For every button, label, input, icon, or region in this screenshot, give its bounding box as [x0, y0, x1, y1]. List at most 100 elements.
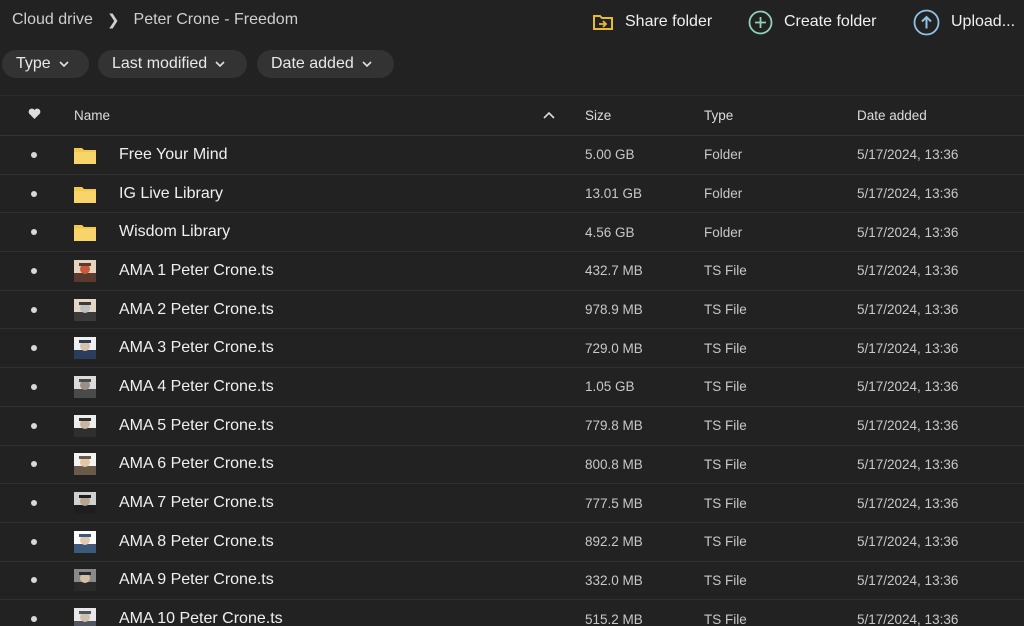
dot-icon [31, 500, 37, 507]
filter-type-label: Type [16, 55, 51, 72]
file-type: TS File [704, 534, 747, 550]
filter-type[interactable]: Type [2, 50, 89, 78]
video-thumbnail [74, 523, 98, 561]
video-thumbnail [74, 562, 98, 600]
table-row[interactable]: AMA 7 Peter Crone.ts 777.5 MB TS File 5/17/… [0, 484, 1024, 523]
favourite-toggle[interactable] [24, 446, 44, 484]
upload-button[interactable]: Upload... [913, 7, 1015, 37]
favourite-toggle[interactable] [24, 175, 44, 213]
video-thumbnail [74, 329, 98, 367]
file-name[interactable]: AMA 7 Peter Crone.ts [119, 484, 274, 522]
file-name[interactable]: Free Your Mind [119, 136, 228, 174]
table-row[interactable]: Free Your Mind 5.00 GB Folder 5/17/2024, 13… [0, 136, 1024, 175]
favourite-toggle[interactable] [24, 523, 44, 561]
upload-label: Upload... [951, 13, 1016, 30]
file-name[interactable]: AMA 10 Peter Crone.ts [119, 600, 283, 626]
folder-icon [74, 213, 98, 251]
type-column-header[interactable]: Type [704, 96, 733, 135]
favourite-toggle[interactable] [24, 484, 44, 522]
table-row[interactable]: AMA 6 Peter Crone.ts 800.8 MB TS File 5/17/… [0, 446, 1024, 485]
file-size: 779.8 MB [585, 418, 643, 434]
date-added: 5/17/2024, 13:36 [857, 495, 959, 511]
date-added: 5/17/2024, 13:36 [857, 418, 959, 434]
file-name[interactable]: AMA 2 Peter Crone.ts [119, 291, 274, 329]
file-name[interactable]: IG Live Library [119, 175, 223, 213]
file-name[interactable]: AMA 8 Peter Crone.ts [119, 523, 274, 561]
file-size: 1.05 GB [585, 379, 635, 395]
video-thumbnail [74, 291, 98, 329]
favourite-toggle[interactable] [24, 252, 44, 290]
table-row[interactable]: IG Live Library 13.01 GB Folder 5/17/2024, … [0, 175, 1024, 214]
favourite-toggle[interactable] [24, 407, 44, 445]
favourite-toggle[interactable] [24, 136, 44, 174]
file-name[interactable]: Wisdom Library [119, 213, 230, 251]
file-name[interactable]: AMA 4 Peter Crone.ts [119, 368, 274, 406]
file-name[interactable]: AMA 5 Peter Crone.ts [119, 407, 274, 445]
file-type: TS File [704, 418, 747, 434]
date-added: 5/17/2024, 13:36 [857, 611, 959, 626]
file-size: 515.2 MB [585, 611, 643, 626]
file-size: 13.01 GB [585, 186, 643, 202]
favourite-toggle[interactable] [24, 213, 44, 251]
table-row[interactable]: AMA 5 Peter Crone.ts 779.8 MB TS File 5/17/… [0, 407, 1024, 446]
file-type: Folder [704, 147, 743, 163]
share-folder-button[interactable]: Share folder [592, 7, 712, 37]
upload-icon [913, 9, 940, 36]
table-row[interactable]: AMA 8 Peter Crone.ts 892.2 MB TS File 5/17/… [0, 523, 1024, 562]
file-name[interactable]: AMA 3 Peter Crone.ts [119, 329, 274, 367]
video-thumbnail [74, 407, 98, 445]
file-name[interactable]: AMA 1 Peter Crone.ts [119, 252, 274, 290]
video-thumbnail [74, 368, 98, 406]
date-added: 5/17/2024, 13:36 [857, 534, 959, 550]
create-folder-button[interactable]: Create folder [748, 7, 877, 37]
favourite-toggle[interactable] [24, 329, 44, 367]
filter-date-added-label: Date added [271, 55, 354, 72]
breadcrumb: Cloud drive ❯ Peter Crone - Freedom [12, 11, 298, 29]
chevron-down-icon [59, 61, 69, 67]
sort-ascending-icon[interactable] [543, 96, 555, 135]
date-added: 5/17/2024, 13:36 [857, 340, 959, 356]
file-size: 800.8 MB [585, 456, 643, 472]
dot-icon [31, 190, 37, 197]
filter-last-modified-label: Last modified [112, 55, 208, 72]
file-table: Name Size Type Date added Free Your Mind… [0, 95, 1024, 626]
favourite-toggle[interactable] [24, 291, 44, 329]
file-type: TS File [704, 302, 747, 318]
table-row[interactable]: Wisdom Library 4.56 GB Folder 5/17/2024, 13… [0, 213, 1024, 253]
filter-date-added[interactable]: Date added [257, 50, 394, 78]
favourite-column-header[interactable] [24, 96, 44, 135]
file-size: 4.56 GB [585, 224, 635, 240]
date-added: 5/17/2024, 13:36 [857, 456, 959, 472]
file-type: TS File [704, 572, 747, 588]
date-added-column-header[interactable]: Date added [857, 96, 927, 135]
file-size: 5.00 GB [585, 147, 635, 163]
video-thumbnail [74, 252, 98, 290]
dot-icon [31, 229, 37, 236]
file-type: TS File [704, 340, 747, 356]
filter-last-modified[interactable]: Last modified [98, 50, 247, 78]
file-name[interactable]: AMA 9 Peter Crone.ts [119, 562, 274, 600]
breadcrumb-root[interactable]: Cloud drive [12, 11, 93, 29]
table-row[interactable]: AMA 9 Peter Crone.ts 332.0 MB TS File 5/17/… [0, 562, 1024, 601]
file-type: Folder [704, 186, 743, 202]
dot-icon [31, 461, 37, 468]
table-row[interactable]: AMA 1 Peter Crone.ts 432.7 MB TS File 5/17/… [0, 252, 1024, 291]
top-bar: Cloud drive ❯ Peter Crone - Freedom Shar… [0, 0, 1024, 44]
chevron-right-icon: ❯ [106, 12, 120, 29]
file-type: TS File [704, 611, 747, 626]
name-column-header[interactable]: Name [74, 96, 110, 135]
dot-icon [31, 577, 37, 584]
file-type: TS File [704, 495, 747, 511]
table-row[interactable]: AMA 4 Peter Crone.ts 1.05 GB TS File 5/17/2… [0, 368, 1024, 407]
size-column-header[interactable]: Size [585, 96, 611, 135]
favourite-toggle[interactable] [24, 562, 44, 600]
dot-icon [31, 345, 37, 352]
date-added: 5/17/2024, 13:36 [857, 186, 959, 202]
table-row[interactable]: AMA 2 Peter Crone.ts 978.9 MB TS File 5/17/… [0, 291, 1024, 330]
file-name[interactable]: AMA 6 Peter Crone.ts [119, 446, 274, 484]
table-row[interactable]: AMA 3 Peter Crone.ts 729.0 MB TS File 5/17/… [0, 329, 1024, 369]
favourite-toggle[interactable] [24, 368, 44, 406]
folder-icon [74, 175, 98, 213]
favourite-toggle[interactable] [24, 600, 44, 626]
table-row[interactable]: AMA 10 Peter Crone.ts 515.2 MB TS File 5/17… [0, 600, 1024, 626]
